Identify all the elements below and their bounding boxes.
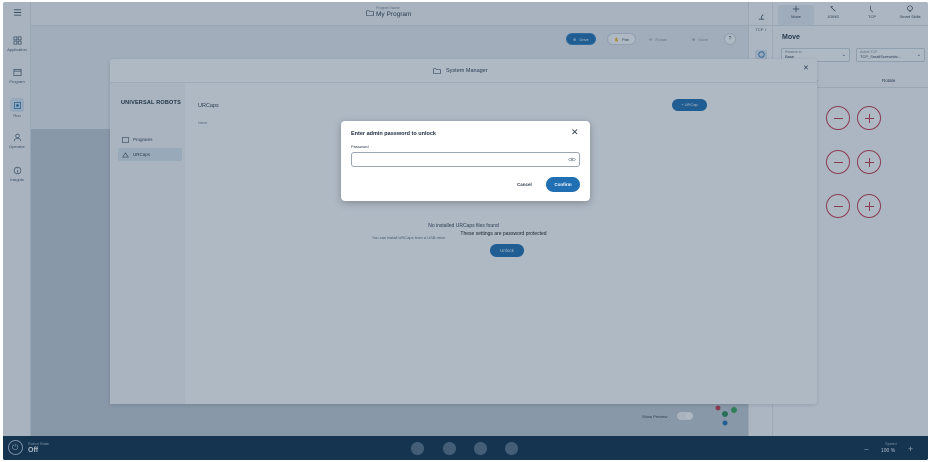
confirm-button[interactable]: Confirm (546, 177, 580, 192)
password-label: Password (351, 144, 369, 149)
close-icon[interactable]: ✕ (571, 128, 579, 137)
eye-icon[interactable] (568, 157, 576, 162)
app-window: Application Program Run Operator Insight… (3, 2, 928, 460)
dialog-title: Enter admin password to unlock (351, 131, 436, 137)
password-field[interactable] (351, 152, 580, 167)
cancel-button[interactable]: Cancel (517, 182, 532, 187)
modal-overlay (3, 2, 928, 460)
password-dialog: Enter admin password to unlock ✕ Passwor… (341, 121, 590, 201)
